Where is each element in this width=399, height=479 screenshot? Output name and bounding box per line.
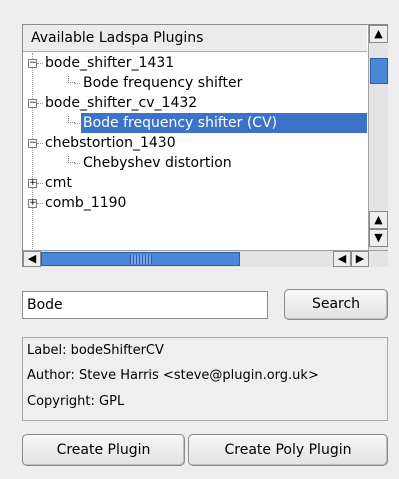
horizontal-scroll-thumb[interactable] bbox=[41, 252, 240, 266]
scroll-left-icon[interactable]: ◀ bbox=[23, 251, 41, 267]
tree-branch-line bbox=[74, 163, 80, 164]
create-poly-plugin-label: Create Poly Plugin bbox=[224, 442, 352, 458]
plugin-label-text: Label: bodeShifterCV bbox=[27, 343, 164, 358]
search-button[interactable]: Search bbox=[284, 289, 388, 320]
tree-item-chebyshev-distortion[interactable]: Chebyshev distortion bbox=[83, 153, 232, 173]
create-plugin-label: Create Plugin bbox=[56, 442, 151, 458]
scroll-right-icon[interactable]: ▶ bbox=[351, 251, 369, 267]
tree-elbow-line bbox=[68, 156, 75, 163]
plugin-tree[interactable]: Available Ladspa Plugins − bode_shifter_… bbox=[22, 24, 388, 267]
tree-column-header[interactable]: Available Ladspa Plugins bbox=[23, 25, 367, 52]
create-poly-plugin-button[interactable]: Create Poly Plugin bbox=[188, 434, 388, 466]
tree-branch-line bbox=[37, 203, 43, 204]
tree-branch-line bbox=[74, 83, 80, 84]
tree-header-label: Available Ladspa Plugins bbox=[31, 30, 204, 46]
collapse-icon[interactable]: − bbox=[28, 59, 37, 68]
horizontal-scrollbar[interactable]: ◀ ◀ ▶ bbox=[23, 250, 388, 267]
vertical-scrollbar[interactable]: ▲ ▲ ▼ bbox=[368, 25, 388, 250]
vertical-scroll-thumb[interactable] bbox=[370, 58, 388, 84]
tree-branch-line bbox=[37, 143, 43, 144]
search-button-label: Search bbox=[311, 296, 361, 312]
scroll-left-icon[interactable]: ◀ bbox=[333, 251, 351, 267]
tree-elbow-line bbox=[68, 116, 75, 123]
tree-connector-line bbox=[32, 53, 33, 249]
collapse-icon[interactable]: − bbox=[28, 99, 37, 108]
search-input[interactable]: Bode bbox=[22, 291, 268, 319]
tree-elbow-line bbox=[68, 76, 75, 83]
tree-branch-line bbox=[74, 123, 80, 124]
collapse-icon[interactable]: − bbox=[28, 139, 37, 148]
scroll-up-icon[interactable]: ▲ bbox=[369, 211, 388, 229]
expand-icon[interactable]: + bbox=[28, 199, 37, 208]
tree-item-cmt[interactable]: cmt bbox=[45, 173, 72, 193]
tree-item-bode-frequency-shifter-cv[interactable]: Bode frequency shifter (CV) bbox=[81, 113, 367, 133]
plugin-info-panel: Label: bodeShifterCV Author: Steve Harri… bbox=[22, 337, 388, 421]
search-input-value: Bode bbox=[27, 297, 63, 313]
scroll-up-icon[interactable]: ▲ bbox=[369, 25, 388, 43]
tree-item-bode-frequency-shifter[interactable]: Bode frequency shifter bbox=[83, 73, 242, 93]
scroll-grip bbox=[130, 255, 152, 264]
plugin-author-text: Author: Steve Harris <steve@plugin.org.u… bbox=[27, 368, 319, 383]
tree-item-chebstortion-1430[interactable]: chebstortion_1430 bbox=[45, 133, 176, 153]
create-plugin-button[interactable]: Create Plugin bbox=[22, 434, 185, 466]
tree-item-bode-shifter-1431[interactable]: bode_shifter_1431 bbox=[45, 53, 174, 73]
tree-rows: − bode_shifter_1431 Bode frequency shift… bbox=[23, 53, 367, 249]
tree-item-comb-1190[interactable]: comb_1190 bbox=[45, 193, 126, 213]
tree-branch-line bbox=[37, 103, 43, 104]
plugin-copyright-text: Copyright: GPL bbox=[27, 394, 125, 409]
tree-branch-line bbox=[37, 63, 43, 64]
tree-item-bode-shifter-cv-1432[interactable]: bode_shifter_cv_1432 bbox=[45, 93, 197, 113]
tree-branch-line bbox=[37, 183, 43, 184]
expand-icon[interactable]: + bbox=[28, 179, 37, 188]
scroll-down-icon[interactable]: ▼ bbox=[369, 229, 388, 247]
